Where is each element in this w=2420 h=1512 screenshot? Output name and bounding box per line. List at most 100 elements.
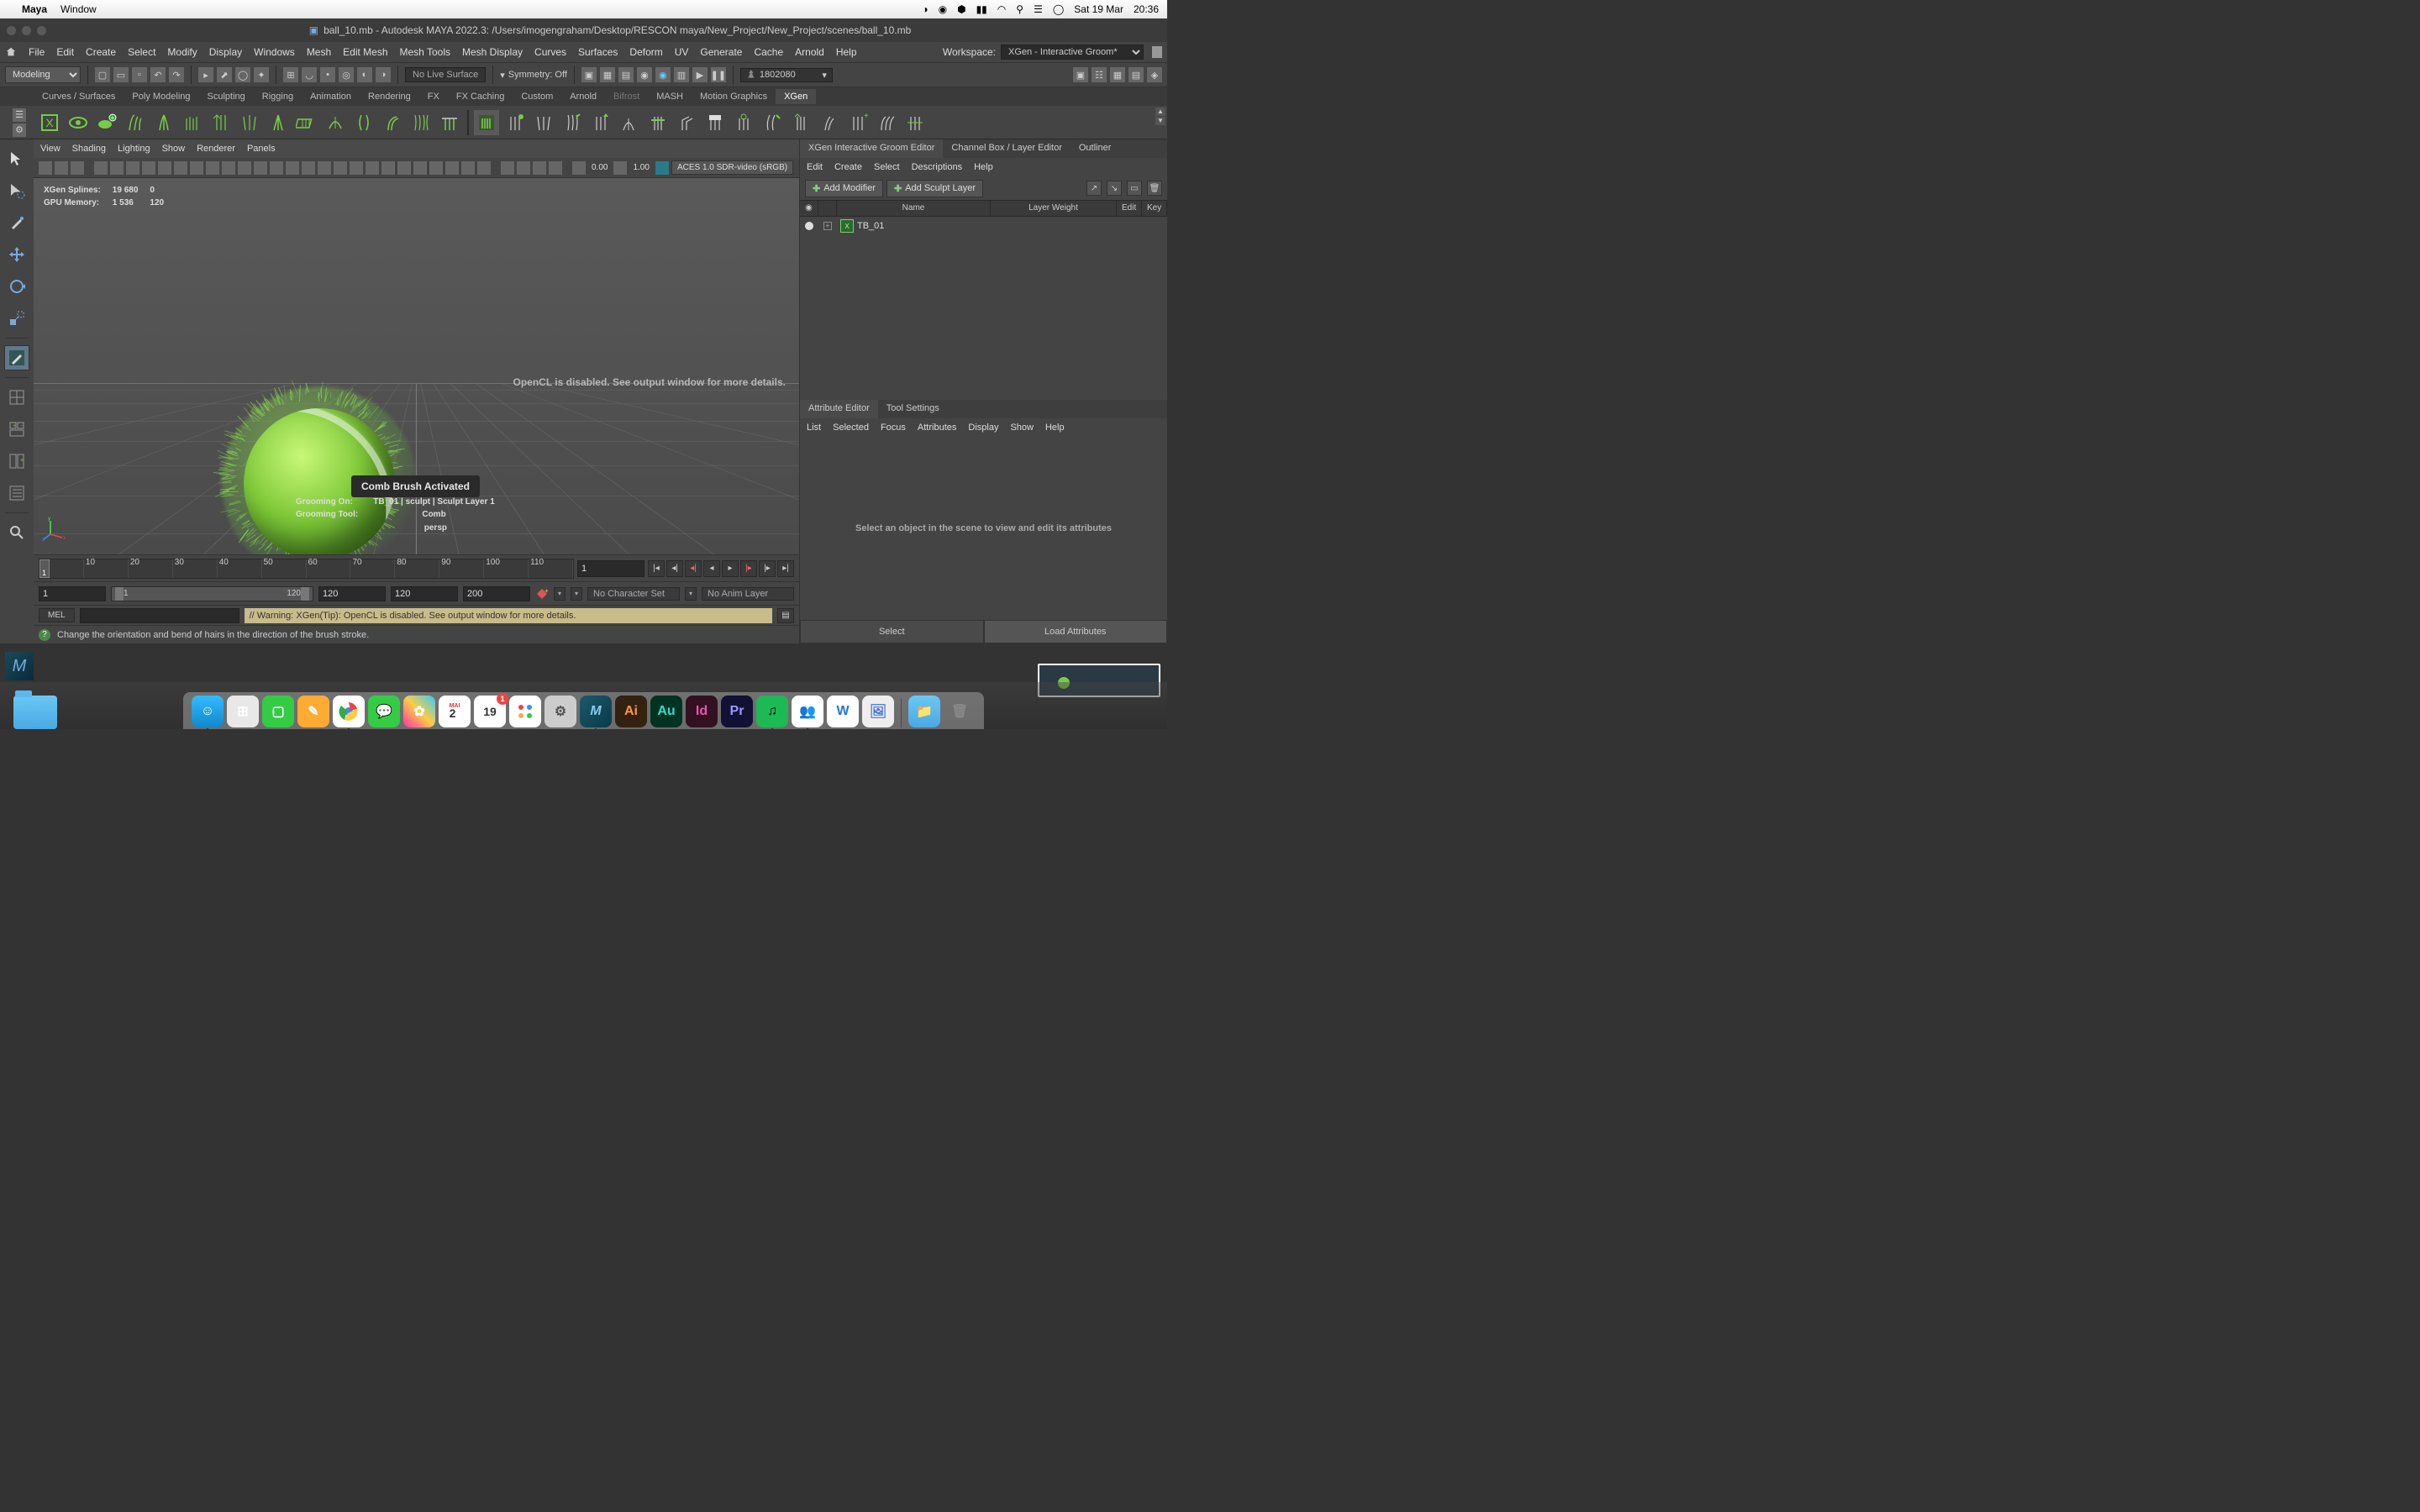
xgen-guide1-icon[interactable]	[123, 110, 148, 135]
shelf-scroll[interactable]: ▲▼	[1155, 108, 1165, 125]
pt-dir-icon[interactable]	[429, 161, 443, 175]
dock-illustrator[interactable]: Ai	[615, 696, 647, 727]
pt-exprefresh-icon[interactable]	[572, 161, 586, 175]
pt-vol-icon[interactable]	[477, 161, 491, 175]
panel-panels[interactable]: Panels	[247, 144, 276, 154]
menu-help[interactable]: Help	[836, 46, 857, 58]
menu-select[interactable]: Select	[128, 46, 155, 58]
xgen-comb-brush-icon[interactable]	[474, 110, 499, 135]
dock-audition[interactable]: Au	[650, 696, 682, 727]
mac-menu-window[interactable]: Window	[60, 3, 97, 15]
pt-point-icon[interactable]	[413, 161, 427, 175]
playblast-icon[interactable]: ▶	[692, 67, 708, 82]
character-set-select[interactable]: No Character Set	[587, 587, 680, 601]
close-window[interactable]	[7, 26, 16, 35]
dock-facetime[interactable]: ▢	[262, 696, 294, 727]
new-scene-icon[interactable]: ▢	[95, 67, 110, 82]
xgen-eye-icon[interactable]	[66, 110, 91, 135]
snap-grid-icon[interactable]: ⊞	[283, 67, 298, 82]
current-frame-field[interactable]	[577, 560, 644, 577]
shelf-gear-icon[interactable]: ⚙	[13, 123, 26, 137]
xgen-menu-help[interactable]: Help	[974, 162, 993, 172]
dock-maya[interactable]: M	[580, 696, 612, 727]
help-icon[interactable]: ?	[39, 629, 50, 641]
app-name[interactable]: Maya	[22, 3, 47, 15]
pt-iso-icon[interactable]	[318, 161, 331, 175]
ae-menu-list[interactable]: List	[807, 423, 821, 433]
pt-ocio-toggle-icon[interactable]	[655, 161, 669, 175]
xgen-sweep-icon[interactable]	[323, 110, 348, 135]
shelf-tab-custom[interactable]: Custom	[513, 89, 561, 104]
tab-tool-settings[interactable]: Tool Settings	[878, 400, 948, 418]
xgen-noise-icon[interactable]	[408, 110, 434, 135]
render-settings-icon[interactable]: ▤	[618, 67, 634, 82]
maximize-window[interactable]	[37, 26, 46, 35]
sync-icon[interactable]: ◉	[939, 3, 947, 15]
pt-res-icon[interactable]	[142, 161, 155, 175]
dock-finder[interactable]: ☺	[192, 696, 224, 727]
ae-menu-show[interactable]: Show	[1010, 423, 1034, 433]
pt-aa-icon[interactable]	[286, 161, 299, 175]
lasso-tool[interactable]	[4, 178, 29, 203]
anim-menu-caret[interactable]: ▾	[685, 587, 697, 601]
ae-load-button[interactable]: Load Attributes	[984, 620, 1168, 643]
menu-windows[interactable]: Windows	[254, 46, 295, 58]
dock-teams[interactable]: 👥	[792, 696, 823, 727]
dock-chrome[interactable]	[333, 696, 365, 727]
xgen-brush-7-icon[interactable]	[674, 110, 699, 135]
menu-mesh[interactable]: Mesh	[307, 46, 331, 58]
xgen-add-icon[interactable]: +	[94, 110, 119, 135]
xgen-twist-icon[interactable]	[351, 110, 376, 135]
account-field[interactable]: 1802080 ▾	[740, 68, 833, 82]
xgen-menu-descriptions[interactable]: Descriptions	[912, 162, 963, 172]
add-modifier-button[interactable]: ✚Add Modifier	[805, 180, 883, 197]
layout-4view-icon[interactable]	[4, 385, 29, 410]
dock-messages[interactable]: 💬	[368, 696, 400, 727]
menu-mesh-display[interactable]: Mesh Display	[462, 46, 523, 58]
pt-tex-icon[interactable]	[206, 161, 219, 175]
ae-menu-focus[interactable]: Focus	[881, 423, 906, 433]
dock-reminders[interactable]	[509, 696, 541, 727]
time-slider[interactable]: 102030405060708090100110 1 |◂ ◂| ◂| ◂ ▸ …	[34, 554, 799, 581]
step-fwd-icon[interactable]: |▸	[740, 560, 757, 577]
dock-preview[interactable]: 🖼	[862, 696, 894, 727]
tool-settings-toggle-icon[interactable]: ▤	[1128, 67, 1144, 82]
hypershade-icon[interactable]: ◉	[637, 67, 652, 82]
col-weight[interactable]: Layer Weight	[991, 201, 1117, 216]
dock-indesign[interactable]: Id	[686, 696, 718, 727]
siri-icon[interactable]: ◯	[1053, 3, 1064, 15]
xgen-brush-15-icon[interactable]	[902, 110, 928, 135]
xgen-brush-4-icon[interactable]	[588, 110, 613, 135]
menu-deform[interactable]: Deform	[629, 46, 662, 58]
shelf-tab-mograph[interactable]: Motion Graphics	[692, 89, 776, 104]
shelf-tab-rigging[interactable]: Rigging	[254, 89, 302, 104]
snap-view-icon[interactable]: ◐	[357, 67, 372, 82]
layout-split-icon[interactable]: +−	[4, 417, 29, 442]
step-back-icon[interactable]: ◂|	[685, 560, 702, 577]
pt-image-icon[interactable]	[71, 161, 84, 175]
fps-field[interactable]	[463, 586, 530, 601]
layer-row[interactable]: + XTB_01	[800, 217, 1167, 235]
go-start-icon[interactable]: |◂	[648, 560, 665, 577]
xgen-rect-icon[interactable]	[294, 110, 319, 135]
rotate-tool[interactable]	[4, 274, 29, 299]
menu-file[interactable]: File	[29, 46, 45, 58]
menu-display[interactable]: Display	[209, 46, 242, 58]
pt-shadow-icon[interactable]	[238, 161, 251, 175]
tab-attribute-editor[interactable]: Attribute Editor	[800, 400, 878, 418]
desktop-folder-icon[interactable]	[13, 696, 57, 729]
light-editor-icon[interactable]: ◉	[655, 67, 671, 82]
ae-menu-display[interactable]: Display	[968, 423, 998, 433]
toggle-pause-icon[interactable]: ❚❚	[711, 67, 726, 82]
pt-xray-icon[interactable]	[334, 161, 347, 175]
tab-xgen-editor[interactable]: XGen Interactive Groom Editor	[800, 139, 943, 158]
xgen-brush-5-icon[interactable]	[617, 110, 642, 135]
dock-notes[interactable]: ✎	[297, 696, 329, 727]
script-lang[interactable]: MEL	[39, 608, 75, 622]
redo-icon[interactable]: ↷	[169, 67, 184, 82]
xgen-desc-icon[interactable]: X	[37, 110, 62, 135]
ipr-icon[interactable]: ▦	[600, 67, 615, 82]
channel-box-toggle-icon[interactable]: ◈	[1147, 67, 1162, 82]
char-menu-caret[interactable]: ▾	[571, 587, 582, 601]
xgen-brush-10-icon[interactable]	[760, 110, 785, 135]
